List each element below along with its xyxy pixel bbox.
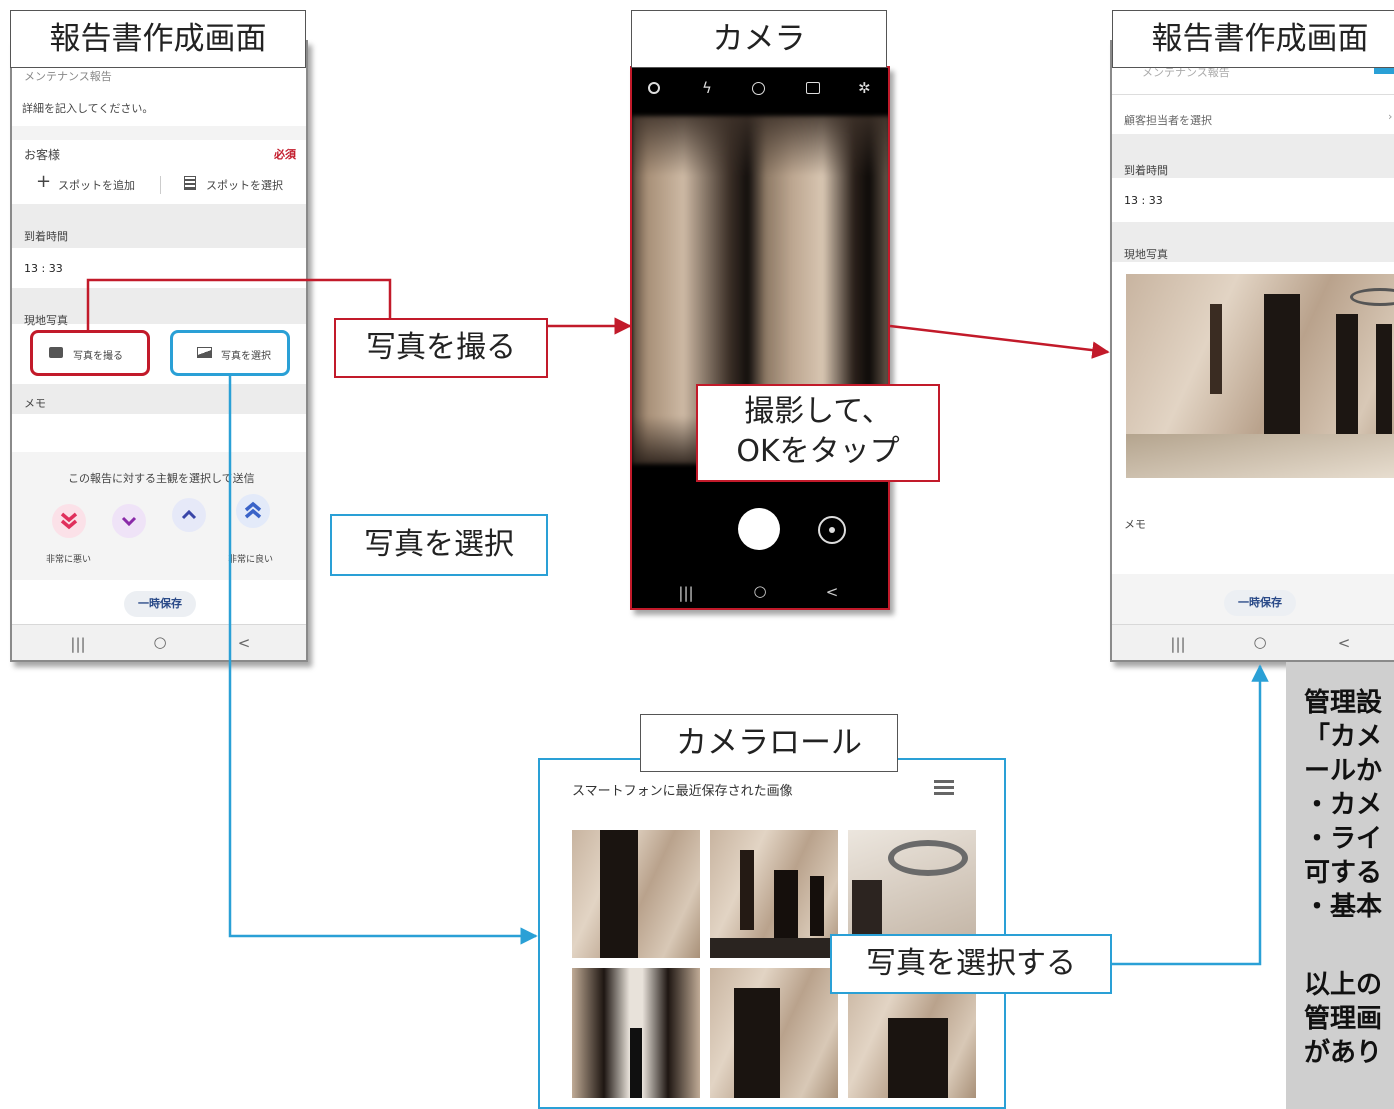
callout-shoot-line1: 撮影して、 — [744, 394, 892, 429]
callout-select-photo: 写真を選択 — [330, 514, 548, 576]
select-photo-connector — [228, 376, 538, 945]
callout-shoot-ok: 撮影して、 OKをタップ — [696, 384, 940, 482]
callout-shoot-line2: OKをタップ — [736, 434, 900, 469]
selected-to-report-arrow — [1112, 664, 1269, 966]
flow-connectors — [86, 278, 1269, 966]
callout-take-photo: 写真を撮る — [334, 318, 548, 378]
to-report-arrow — [889, 324, 1110, 359]
callout-select-photo-do: 写真を選択する — [830, 934, 1112, 994]
